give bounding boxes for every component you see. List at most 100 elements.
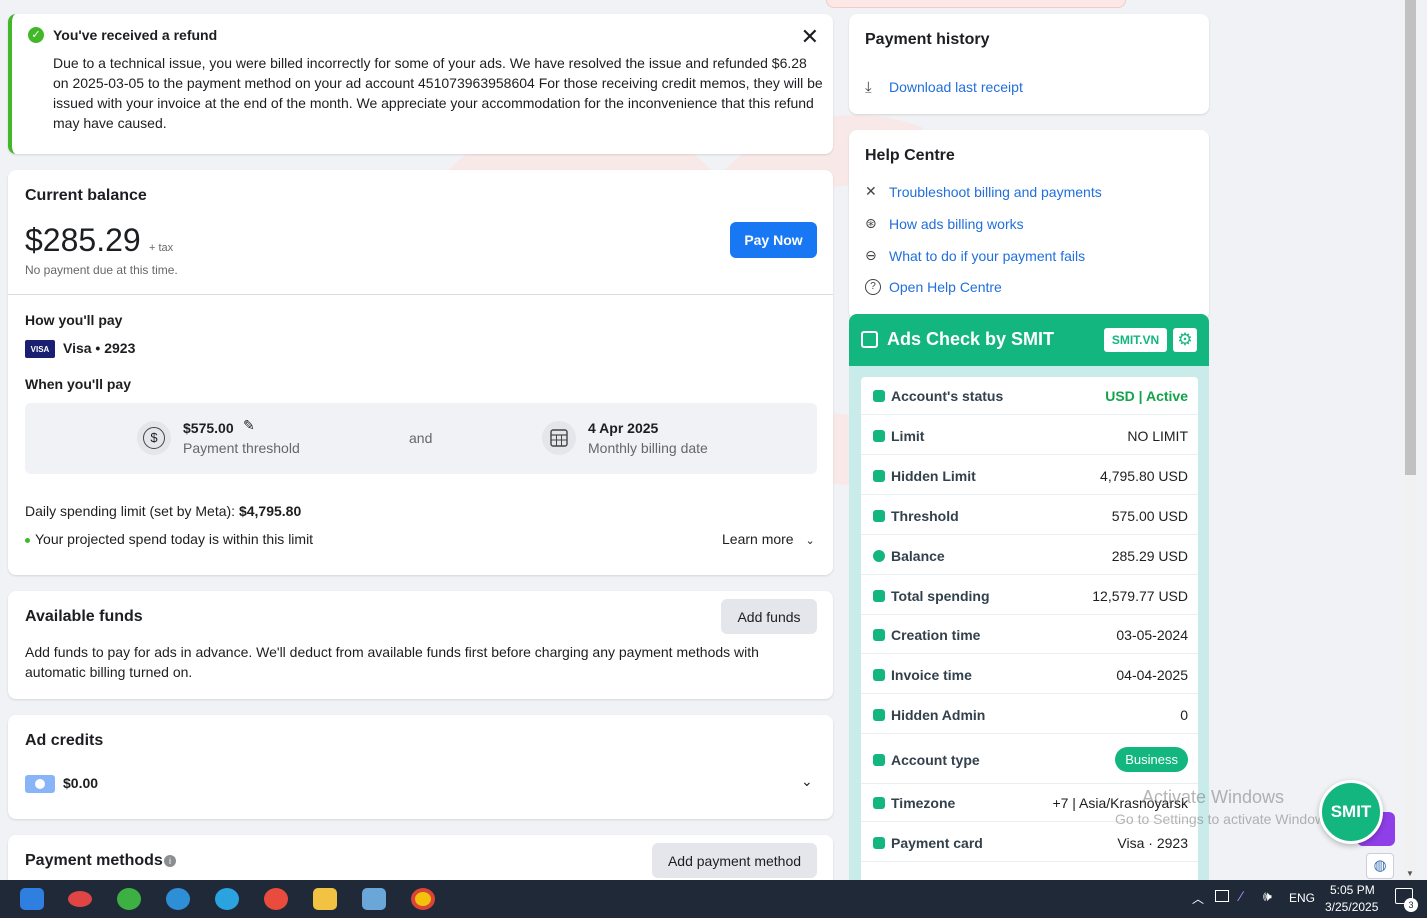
learn-more-label: Learn more [722, 531, 794, 547]
notification-count: 3 [1404, 898, 1418, 912]
daily-limit: Daily spending limit (set by Meta): $4,7… [25, 503, 301, 519]
download-icon: ⤓ [865, 79, 872, 96]
green-dot-icon [25, 538, 30, 543]
tools-icon: ✕ [865, 183, 877, 199]
pay-now-button[interactable]: Pay Now [730, 222, 817, 258]
daily-limit-prefix: Daily spending limit (set by Meta): [25, 503, 239, 519]
smit-row-creation-time: Creation time 03-05-2024 [861, 616, 1198, 654]
close-icon[interactable]: ✕ [801, 24, 819, 50]
refund-notice: ✓ You've received a refund ✕ Due to a te… [8, 14, 833, 154]
wechat-icon[interactable] [117, 888, 141, 910]
smit-vn-badge[interactable]: SMIT.VN [1104, 328, 1167, 352]
chrome-icon[interactable] [411, 888, 435, 910]
billing-date-value: 4 Apr 2025 [588, 420, 659, 436]
tax-label: + tax [149, 242, 174, 254]
threshold-value: $575.00 [183, 420, 234, 436]
question-icon: ? [865, 279, 881, 295]
add-funds-button[interactable]: Add funds [721, 599, 817, 634]
limit-icon [873, 429, 885, 442]
help-centre-card: Help Centre ✕ Troubleshoot billing and p… [849, 130, 1209, 320]
threshold-icon [873, 509, 885, 522]
language-indicator[interactable]: ENG [1289, 891, 1315, 905]
help-link-open-help[interactable]: ? Open Help Centre [865, 279, 1002, 295]
projected-text: Your projected spend today is within thi… [35, 531, 314, 547]
shield-icon [873, 708, 885, 721]
folder-icon[interactable] [313, 888, 337, 910]
balance-amount: $285.29 [25, 222, 141, 258]
balance-note: No payment due at this time. [25, 263, 178, 277]
smit-row-status: Account's status USD | Active [861, 377, 1198, 415]
smit-row-limit: Limit NO LIMIT [861, 417, 1198, 455]
activate-windows-title: Activate Windows [1142, 787, 1285, 807]
telegram-icon[interactable] [215, 888, 239, 910]
when-pay-title: When you'll pay [25, 376, 132, 392]
methods-card: Payment methods i Add payment method [8, 835, 833, 880]
check-circle-icon: ✓ [28, 27, 44, 43]
wallet-icon [873, 589, 885, 602]
vscode-icon[interactable] [20, 888, 44, 910]
credits-expand-icon[interactable]: ⌄ [801, 773, 813, 790]
smit-row-threshold: Threshold 575.00 USD [861, 497, 1198, 535]
clock-time[interactable]: 5:05 PM [1330, 883, 1375, 897]
tray-chevron-icon[interactable]: ︿ [1192, 890, 1204, 907]
top-strip [826, 0, 1126, 8]
balance-title: Current balance [25, 187, 147, 204]
info-icon[interactable]: i [164, 855, 176, 867]
chrome-profile-icon[interactable] [264, 888, 288, 910]
help-link-billing-works[interactable]: ⊛ How ads billing works [865, 215, 1024, 232]
help-link-payment-fails[interactable]: ⊖ What to do if your payment fails [865, 247, 1085, 264]
credits-amount: $0.00 [63, 775, 99, 791]
download-receipt-link[interactable]: Download last receipt [889, 79, 1023, 95]
pen-icon[interactable]: ∕ [1240, 888, 1242, 904]
hidden-limit-icon [873, 469, 885, 482]
settings-gear-icon[interactable]: ⚙ [1173, 328, 1197, 352]
payment-history-title: Payment history [865, 31, 990, 48]
network-icon[interactable] [1215, 890, 1229, 902]
billing-date-label: Monthly billing date [588, 440, 708, 456]
badge-app-icon[interactable] [68, 891, 92, 907]
scrollbar-track[interactable]: ▼ [1404, 0, 1417, 880]
credits-card: Ad credits $0.00 ⌄ [8, 715, 833, 819]
add-payment-method-button[interactable]: Add payment method [652, 843, 817, 878]
help-centre-title: Help Centre [865, 147, 955, 164]
smit-row-hidden-limit: Hidden Limit 4,795.80 USD [861, 457, 1198, 495]
smit-row-account-type: Account type Business [861, 736, 1198, 784]
dollar-icon: $ [137, 421, 171, 455]
smit-row-invoice-time: Invoice time 04-04-2025 [861, 656, 1198, 694]
calendar-icon [542, 421, 576, 455]
timezone-shield-icon [873, 796, 885, 809]
smit-row-balance: Balance 285.29 USD [861, 537, 1198, 575]
card-label: Visa • 2923 [63, 340, 136, 356]
visa-card-icon: VISA [25, 340, 55, 358]
learn-more-link[interactable]: Learn more ⌄ [722, 531, 815, 547]
funds-card: Available funds Add funds Add funds to p… [8, 591, 833, 699]
account-icon [873, 753, 885, 766]
status-icon [873, 389, 885, 402]
methods-title: Payment methods [25, 852, 163, 869]
billing-schedule-box: $ $575.00 ✎ Payment threshold and 4 Apr … [25, 403, 817, 474]
refund-body: Due to a technical issue, you were bille… [53, 55, 823, 131]
credit-card-icon [873, 836, 885, 849]
globe-icon[interactable]: ◍ [1366, 853, 1394, 879]
notes-app-icon[interactable] [362, 888, 386, 910]
taskbar: ︿ ∕ 🕪 ENG 5:05 PM 3/25/2025 3 [0, 880, 1427, 918]
smit-header: Ads Check by SMIT SMIT.VN ⚙ [849, 314, 1209, 366]
edit-pencil-icon[interactable]: ✎ [243, 417, 255, 434]
help-link-troubleshoot[interactable]: ✕ Troubleshoot billing and payments [865, 183, 1102, 200]
scroll-down-arrow-icon[interactable]: ▼ [1406, 869, 1414, 878]
clock-date[interactable]: 3/25/2025 [1325, 900, 1378, 914]
divider [8, 294, 833, 295]
payment-history-card: Payment history ⤓ Download last receipt [849, 14, 1209, 114]
smit-fab[interactable]: SMIT [1319, 780, 1383, 844]
circles-icon: ⊛ [865, 215, 877, 231]
invoice-icon [873, 668, 885, 681]
speaker-icon[interactable]: 🕪 [1263, 888, 1272, 905]
threshold-label: Payment threshold [183, 440, 300, 456]
balance-icon [873, 549, 885, 562]
balance-card: Current balance $285.29 + tax No payment… [8, 170, 833, 575]
scrollbar-thumb[interactable] [1405, 0, 1416, 475]
credits-title: Ad credits [25, 732, 104, 749]
credit-badge-icon [25, 775, 55, 793]
daily-limit-value: $4,795.80 [238, 503, 302, 519]
blue-app-icon[interactable] [166, 888, 190, 910]
